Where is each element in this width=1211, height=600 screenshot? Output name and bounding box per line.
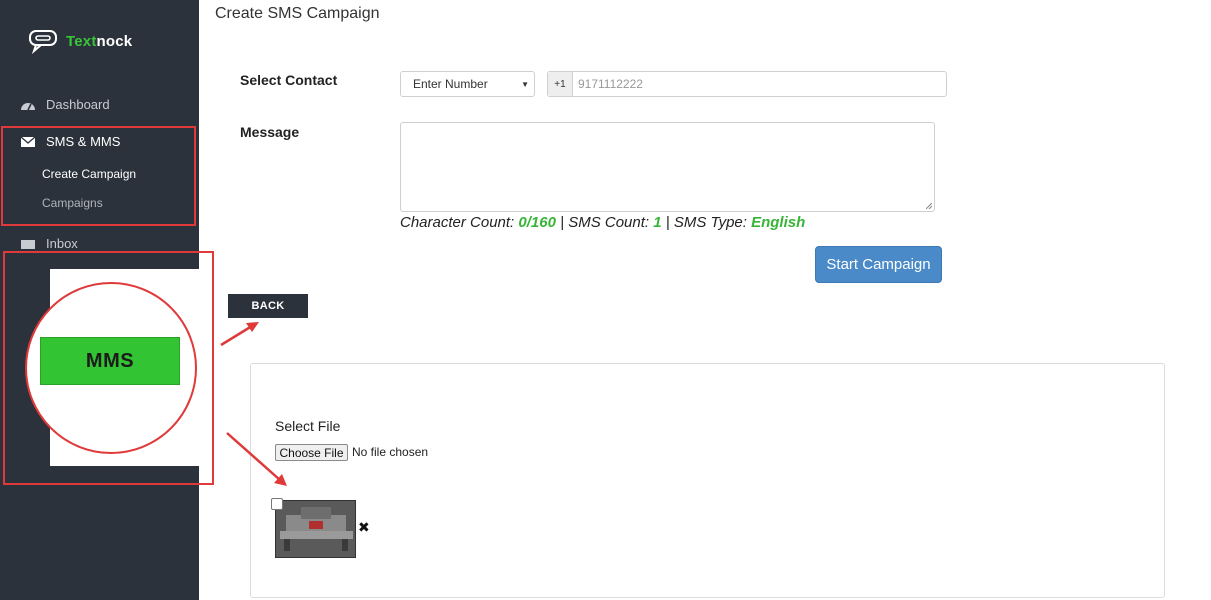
- country-code: +1: [548, 72, 573, 96]
- back-button[interactable]: BACK: [228, 294, 308, 318]
- file-status: No file chosen: [352, 445, 429, 459]
- select-value: Enter Number: [413, 77, 488, 91]
- start-campaign-button[interactable]: Start Campaign: [815, 246, 942, 283]
- highlight-box-sms-mms: [1, 126, 196, 226]
- inbox-icon: [21, 239, 35, 249]
- upload-panel: [250, 363, 1165, 598]
- sidebar-item-inbox[interactable]: Inbox: [20, 236, 78, 251]
- char-count-label: Character Count:: [400, 214, 515, 231]
- select-image-checkbox[interactable]: [271, 498, 283, 510]
- message-textarea[interactable]: [400, 122, 935, 212]
- brand-name: Textnock: [66, 32, 133, 50]
- arrow-icon: [220, 322, 259, 347]
- image-thumbnail[interactable]: [275, 500, 356, 558]
- mms-button[interactable]: MMS: [40, 337, 180, 385]
- sms-type-value: English: [751, 214, 806, 231]
- sidebar-item-label: Dashboard: [46, 97, 110, 112]
- phone-input[interactable]: 9171112222: [573, 72, 946, 96]
- dashboard-icon: [21, 102, 35, 110]
- close-icon[interactable]: ✖: [358, 519, 370, 536]
- sidebar-item-dashboard[interactable]: Dashboard: [20, 97, 110, 112]
- char-count-value: 0/160: [518, 214, 556, 231]
- sms-count-value: 1: [653, 214, 662, 231]
- select-file-label: Select File: [275, 418, 341, 434]
- resize-grip-icon[interactable]: [926, 203, 932, 209]
- sms-count-label: SMS Count:: [568, 214, 650, 231]
- contact-type-select[interactable]: Enter Number ▼: [400, 71, 535, 97]
- sms-type-label: SMS Type:: [673, 214, 747, 231]
- sidebar-item-label: Inbox: [46, 236, 78, 251]
- brand-logo[interactable]: Textnock: [28, 28, 132, 54]
- chat-logo-icon: [29, 30, 57, 54]
- message-counts: Character Count: 0/160 | SMS Count: 1 | …: [400, 214, 805, 231]
- separator: |: [665, 214, 670, 231]
- caret-down-icon: ▼: [521, 80, 529, 89]
- choose-file-button[interactable]: Choose File: [275, 444, 348, 461]
- phone-input-group: +1 9171112222: [547, 71, 947, 97]
- select-contact-label: Select Contact: [240, 72, 338, 88]
- page-title: Create SMS Campaign: [215, 5, 380, 22]
- message-label: Message: [240, 124, 300, 140]
- separator: |: [560, 214, 565, 231]
- thumbnail-image: [276, 501, 355, 557]
